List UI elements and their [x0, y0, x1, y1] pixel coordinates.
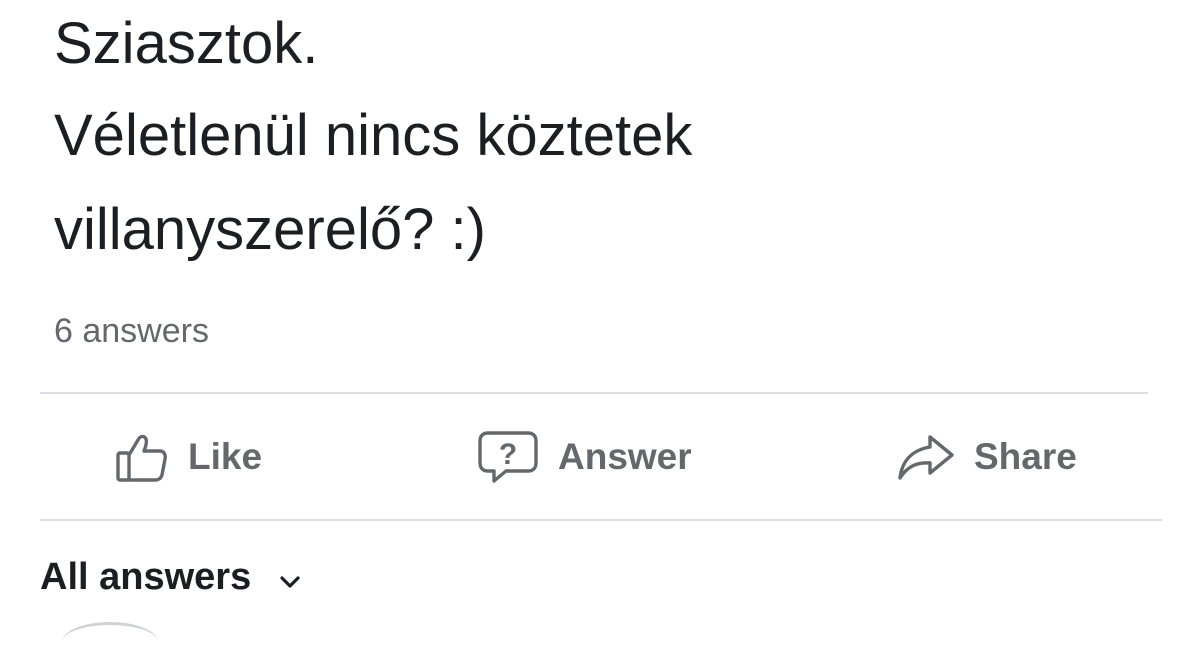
- post-line-3: villanyszerelő? :): [54, 197, 486, 262]
- action-bar: Like ? Answer Share: [0, 394, 1200, 519]
- post-line-1: Sziasztok.: [54, 11, 319, 76]
- thumbs-up-icon: [114, 431, 170, 483]
- divider-bottom: [40, 519, 1162, 521]
- post-line-2: Véletlenül nincs köztetek: [54, 103, 693, 168]
- share-label: Share: [974, 435, 1077, 477]
- share-button[interactable]: Share: [896, 394, 1077, 519]
- answer-count-link[interactable]: 6 answers: [54, 310, 209, 352]
- answer-button[interactable]: ? Answer: [476, 394, 692, 519]
- like-button[interactable]: Like: [114, 394, 262, 519]
- like-label: Like: [188, 435, 263, 477]
- question-bubble-icon: ?: [476, 429, 540, 485]
- all-answers-dropdown[interactable]: All answers: [40, 556, 301, 599]
- chevron-down-icon: [279, 556, 301, 599]
- all-answers-label: All answers: [40, 556, 252, 598]
- svg-text:?: ?: [499, 438, 517, 471]
- avatar: [62, 622, 158, 662]
- share-arrow-icon: [896, 431, 956, 483]
- answer-label: Answer: [558, 435, 692, 477]
